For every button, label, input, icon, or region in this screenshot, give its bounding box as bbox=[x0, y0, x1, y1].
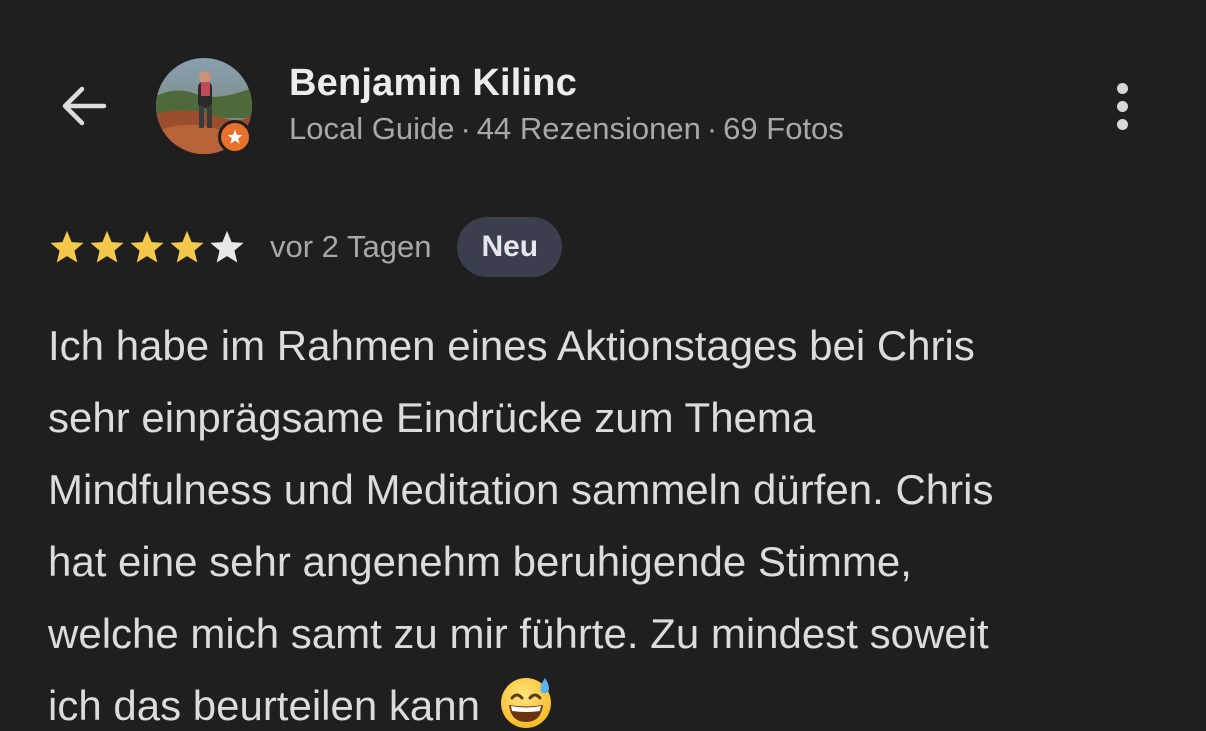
more-options-button[interactable] bbox=[1100, 78, 1144, 134]
review-text-line: welche mich samt zu mir führte. Zu minde… bbox=[48, 610, 989, 657]
new-badge: Neu bbox=[457, 217, 563, 277]
review-text-line: Ich habe im Rahmen eines Aktionstages be… bbox=[48, 322, 975, 369]
more-vertical-icon bbox=[1116, 82, 1128, 94]
meta-separator: · bbox=[706, 111, 718, 146]
local-guide-star-icon bbox=[227, 129, 243, 144]
sweat-smile-emoji bbox=[500, 678, 551, 728]
rating-row: vor 2 Tagen Neu bbox=[48, 216, 563, 278]
review-text-line: sehr einprägsame Eindrücke zum Thema bbox=[48, 394, 816, 441]
review-text-line: hat eine sehr angenehm beruhigende Stimm… bbox=[48, 538, 912, 585]
star-filled-icon bbox=[170, 230, 204, 263]
star-filled-icon bbox=[50, 230, 84, 263]
back-button[interactable] bbox=[52, 74, 116, 138]
review-screen: Benjamin Kilinc Local Guide · 44 Rezension… bbox=[0, 0, 1206, 731]
more-vertical-icon bbox=[1116, 118, 1128, 130]
reviews-count: 44 Rezensionen bbox=[476, 111, 701, 146]
local-guide-badge bbox=[218, 120, 252, 154]
star-filled-icon bbox=[90, 230, 124, 263]
review-text: Ich habe im Rahmen eines Aktionstages be… bbox=[48, 310, 1158, 731]
review-time: vor 2 Tagen bbox=[270, 229, 432, 264]
user-avatar[interactable] bbox=[156, 58, 254, 156]
star-filled-icon bbox=[130, 230, 164, 263]
user-name[interactable]: Benjamin Kilinc bbox=[289, 62, 577, 105]
user-meta: Local Guide · 44 Rezensionen · 69 Fotos bbox=[289, 111, 844, 147]
guide-label: Local Guide bbox=[289, 111, 455, 146]
star-rating bbox=[48, 228, 246, 266]
review-text-line-last: ich das beurteilen kann bbox=[48, 670, 1158, 731]
more-vertical-icon bbox=[1116, 100, 1128, 112]
star-empty-icon bbox=[210, 230, 244, 263]
meta-separator: · bbox=[460, 111, 471, 146]
photos-count: 69 Fotos bbox=[723, 111, 844, 146]
review-text-line-text: ich das beurteilen kann bbox=[48, 682, 480, 729]
arrow-left-icon bbox=[62, 86, 107, 126]
review-text-line: Mindfulness und Meditation sammeln dürfe… bbox=[48, 466, 994, 513]
